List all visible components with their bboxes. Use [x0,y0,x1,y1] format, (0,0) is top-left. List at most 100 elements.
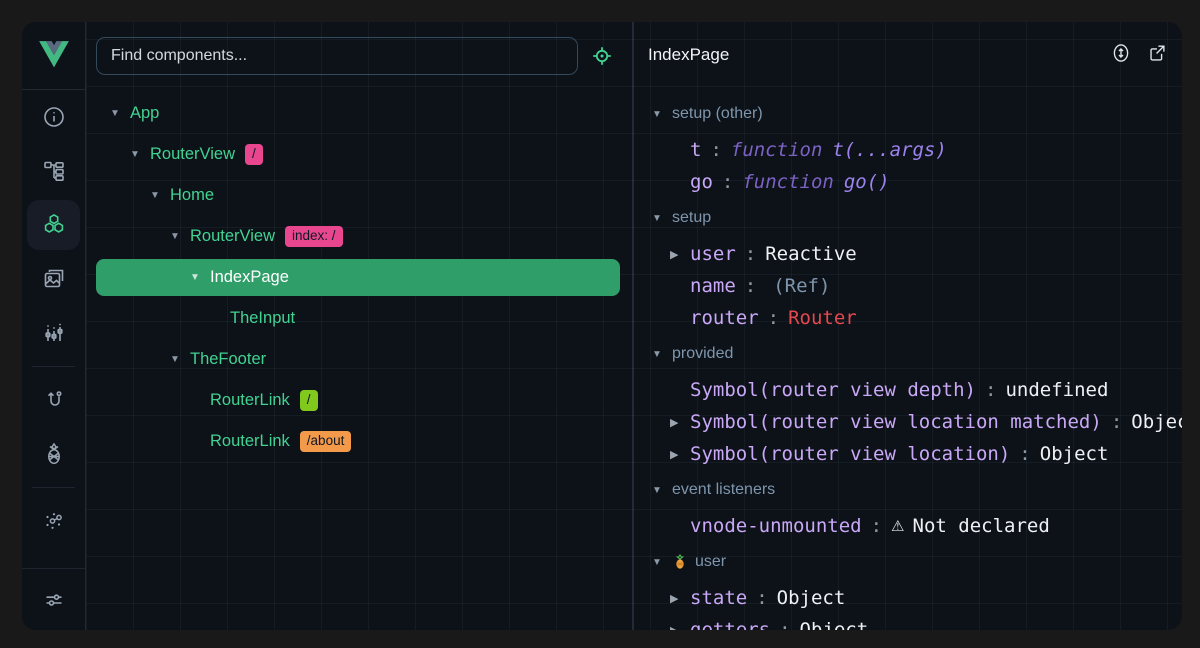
vue-devtools-window: ▼ App ▼ RouterView / ▼ Home ▼ RouterView… [22,22,1182,630]
section-label: user [695,553,726,571]
sidebar-divider [32,487,75,488]
prop-key: go [690,171,713,193]
route-badge: / [300,390,318,411]
prop-row-getters[interactable]: ▶ getters : Object [634,614,1182,630]
chevron-down-icon[interactable]: ▼ [110,108,122,119]
prop-colon: : [871,515,882,537]
chevron-down-icon[interactable]: ▼ [150,190,162,201]
prop-key: Symbol(router view location) [690,443,1010,465]
prop-row-name[interactable]: ▶ name : (Ref) [634,270,1182,302]
component-tree: ▼ App ▼ RouterView / ▼ Home ▼ RouterView… [86,90,632,462]
prop-colon: : [745,243,756,265]
chevron-down-icon[interactable]: ▼ [190,272,202,283]
prop-value: Object [800,619,869,630]
section-label: setup [672,209,711,227]
pinia-pineapple-icon[interactable] [22,427,85,481]
section-setup-other[interactable]: ▼ setup (other) [634,94,1182,134]
tree-item-indexpage-selected[interactable]: ▼ IndexPage [96,259,620,296]
chevron-right-icon[interactable]: ▶ [670,448,684,461]
chevron-down-icon[interactable]: ▼ [170,354,182,365]
chevron-down-icon[interactable]: ▼ [130,149,142,160]
prop-row-t[interactable]: ▶ t : function t(...args) [634,134,1182,166]
search-input[interactable] [96,37,578,75]
prop-row-symbol-matched[interactable]: ▶ Symbol(router view location matched) :… [634,406,1182,438]
section-provided[interactable]: ▼ provided [634,334,1182,374]
prop-fn-signature: go() [844,171,890,193]
inspector-header: IndexPage [634,22,1182,88]
chevron-down-icon[interactable]: ▼ [652,349,666,360]
chevron-down-icon[interactable]: ▼ [652,213,666,224]
assets-image-icon[interactable] [22,252,85,306]
inspector-title: IndexPage [648,45,729,65]
scroll-to-component-icon[interactable] [1110,42,1132,69]
prop-row-vnode-unmounted[interactable]: ▶ vnode-unmounted : ⚠ Not declared [634,510,1182,542]
prop-colon: : [722,171,733,193]
route-badge: /about [300,431,352,452]
section-event-listeners[interactable]: ▼ event listeners [634,470,1182,510]
tree-item-thefooter[interactable]: ▼ TheFooter [96,339,620,380]
tree-item-theinput[interactable]: ▼ TheInput [96,298,620,339]
pineapple-icon [672,554,688,570]
chevron-down-icon[interactable]: ▼ [652,109,666,120]
chevron-down-icon[interactable]: ▼ [170,231,182,242]
section-pinia-user-store[interactable]: ▼ user [634,542,1182,582]
tree-item-routerlink-root[interactable]: ▼ RouterLink / [96,380,620,421]
open-in-editor-icon[interactable] [1146,42,1168,69]
prop-key: Symbol(router view depth) [690,379,976,401]
tree-item-label: TheFooter [190,350,266,369]
prop-key: user [690,243,736,265]
prop-row-user[interactable]: ▶ user : Reactive [634,238,1182,270]
tree-item-label: RouterLink [210,432,290,451]
chevron-right-icon[interactable]: ▶ [670,248,684,261]
inspect-target-icon[interactable] [590,44,614,68]
chevron-down-icon[interactable]: ▼ [652,485,666,496]
prop-row-state[interactable]: ▶ state : Object [634,582,1182,614]
prop-key: name [690,275,736,297]
component-tree-icon[interactable] [22,144,85,198]
components-toolbar [86,22,632,90]
tree-item-label: RouterView [190,227,275,246]
chevron-right-icon[interactable]: ▶ [670,624,684,630]
section-label: setup (other) [672,105,763,123]
prop-colon: : [1111,411,1122,433]
prop-row-symbol-depth[interactable]: ▶ Symbol(router view depth) : undefined [634,374,1182,406]
tree-item-label: IndexPage [210,268,289,287]
prop-colon: : [710,139,721,161]
vue-logo[interactable] [22,22,85,90]
prop-row-router[interactable]: ▶ router : Router [634,302,1182,334]
tree-item-label: RouterView [150,145,235,164]
tree-item-app[interactable]: ▼ App [96,93,620,134]
prop-colon: : [779,619,790,630]
tree-item-routerview-index[interactable]: ▼ RouterView index: / [96,216,620,257]
section-setup[interactable]: ▼ setup [634,198,1182,238]
prop-colon: : [1019,443,1030,465]
prop-key: vnode-unmounted [690,515,862,537]
section-label: event listeners [672,481,775,499]
settings-sliders-icon[interactable] [22,568,85,630]
warning-icon: ⚠ [891,517,904,535]
prop-value: (Ref) [773,275,830,297]
chevron-right-icon[interactable]: ▶ [670,592,684,605]
graph-icon[interactable] [22,494,85,548]
route-badge: index: / [285,226,343,247]
prop-row-go[interactable]: ▶ go : function go() [634,166,1182,198]
chevron-right-icon[interactable]: ▶ [670,416,684,429]
prop-key: Symbol(router view location matched) [690,411,1102,433]
inspector-pane: IndexPage ▼ setup ( [634,22,1182,630]
info-icon[interactable] [22,90,85,144]
tree-item-routerview[interactable]: ▼ RouterView / [96,134,620,175]
prop-value: undefined [1005,379,1108,401]
chevron-down-icon[interactable]: ▼ [652,557,666,568]
prop-value: Object [1040,443,1109,465]
prop-value: Not declared [913,515,1050,537]
prop-key: getters [690,619,770,630]
mixer-sliders-icon[interactable] [22,306,85,360]
router-icon[interactable] [22,373,85,427]
prop-key: router [690,307,759,329]
components-hexagons-icon[interactable] [22,198,85,252]
section-label: provided [672,345,733,363]
prop-row-symbol-location[interactable]: ▶ Symbol(router view location) : Object [634,438,1182,470]
prop-value: Router [788,307,857,329]
tree-item-routerlink-about[interactable]: ▼ RouterLink /about [96,421,620,462]
tree-item-home[interactable]: ▼ Home [96,175,620,216]
